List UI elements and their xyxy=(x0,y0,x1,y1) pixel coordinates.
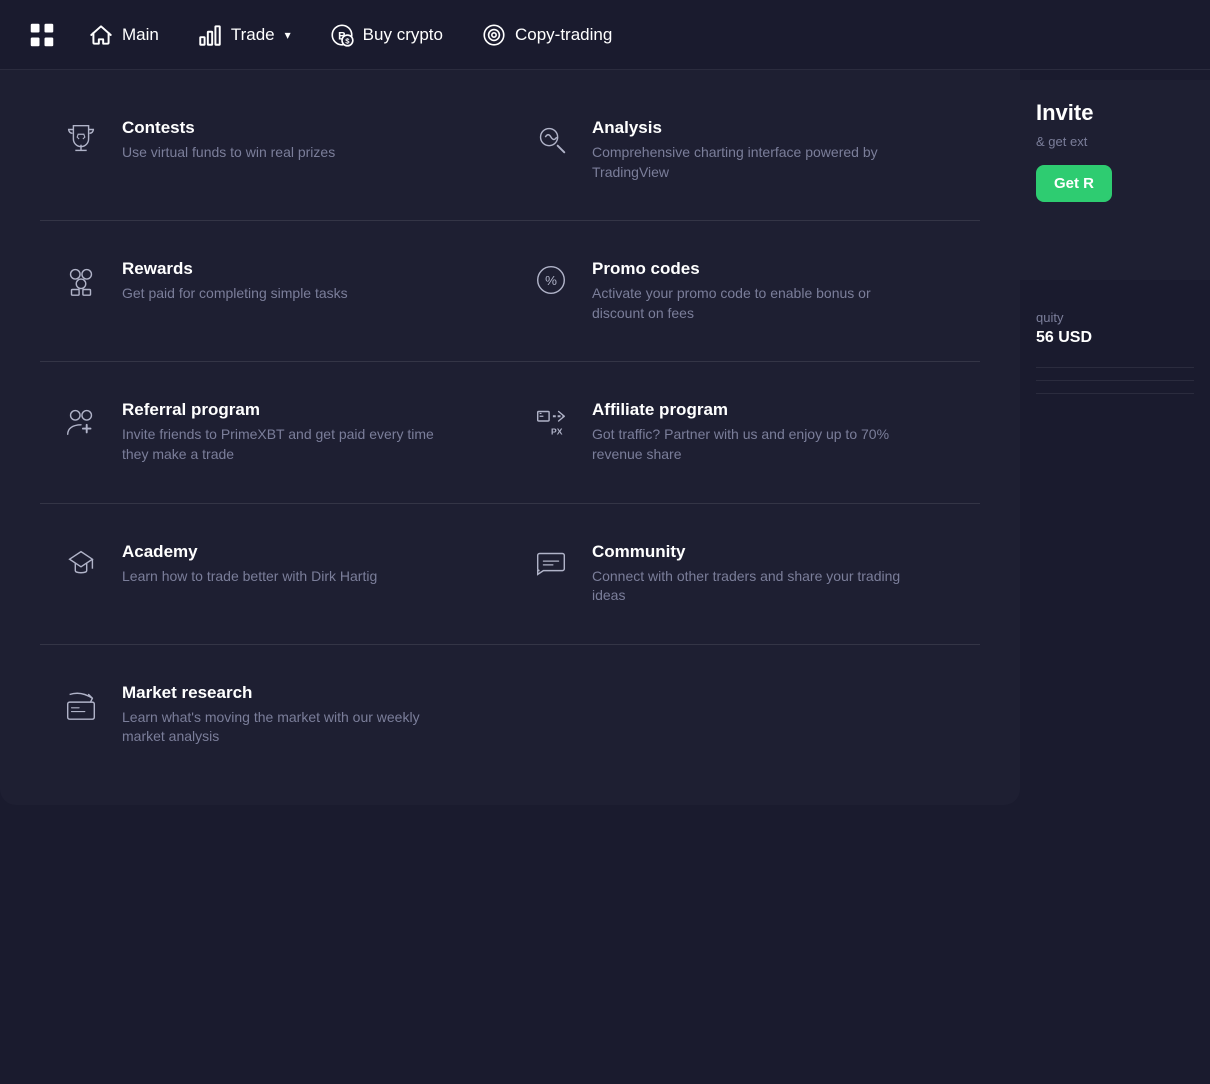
svg-text:%: % xyxy=(545,273,557,288)
equity-line-2 xyxy=(1036,380,1194,381)
community-text: Community Connect with other traders and… xyxy=(592,542,912,606)
promo-title: Promo codes xyxy=(592,259,912,279)
analysis-title: Analysis xyxy=(592,118,912,138)
rewards-icon xyxy=(60,259,102,301)
contests-title: Contests xyxy=(122,118,335,138)
get-referral-button[interactable]: Get R xyxy=(1036,165,1112,202)
referral-text: Referral program Invite friends to Prime… xyxy=(122,400,442,464)
menu-item-referral[interactable]: Referral program Invite friends to Prime… xyxy=(40,382,510,482)
equity-value: 56 USD xyxy=(1036,329,1194,347)
promo-icon: % xyxy=(530,259,572,301)
menu-empty-cell xyxy=(510,665,980,765)
contests-desc: Use virtual funds to win real prizes xyxy=(122,143,335,163)
affiliate-text: Affiliate program Got traffic? Partner w… xyxy=(592,400,912,464)
academy-desc: Learn how to trade better with Dirk Hart… xyxy=(122,567,377,587)
rewards-text: Rewards Get paid for completing simple t… xyxy=(122,259,348,304)
affiliate-icon: PX xyxy=(530,400,572,442)
equity-line-1 xyxy=(1036,367,1194,368)
market-research-desc: Learn what's moving the market with our … xyxy=(122,708,442,747)
equity-line-3 xyxy=(1036,393,1194,394)
menu-item-affiliate[interactable]: PX Affiliate program Got traffic? Partne… xyxy=(510,382,980,482)
invite-subtitle: & get ext xyxy=(1036,134,1194,149)
analysis-icon xyxy=(530,118,572,160)
main-nav-label: Main xyxy=(122,25,159,45)
trade-dropdown-arrow: ▾ xyxy=(285,28,291,42)
buy-crypto-nav-item[interactable]: B $ Buy crypto xyxy=(315,14,457,56)
svg-text:PX: PX xyxy=(551,427,563,437)
contests-text: Contests Use virtual funds to win real p… xyxy=(122,118,335,163)
academy-icon xyxy=(60,542,102,584)
analysis-text: Analysis Comprehensive charting interfac… xyxy=(592,118,912,182)
market-research-title: Market research xyxy=(122,683,442,703)
menu-divider-3 xyxy=(40,503,980,504)
referral-icon xyxy=(60,400,102,442)
copy-trading-nav-item[interactable]: Copy-trading xyxy=(467,14,626,56)
menu-item-contests[interactable]: Contests Use virtual funds to win real p… xyxy=(40,100,510,200)
market-research-icon xyxy=(60,683,102,725)
buy-crypto-nav-label: Buy crypto xyxy=(363,25,443,45)
menu-grid: Contests Use virtual funds to win real p… xyxy=(40,100,980,765)
equity-label: quity xyxy=(1036,310,1194,325)
promo-text: Promo codes Activate your promo code to … xyxy=(592,259,912,323)
menu-divider-1 xyxy=(40,220,980,221)
menu-item-analysis[interactable]: Analysis Comprehensive charting interfac… xyxy=(510,100,980,200)
menu-divider-2 xyxy=(40,361,980,362)
trade-nav-item[interactable]: Trade ▾ xyxy=(183,14,305,56)
trade-nav-label: Trade xyxy=(231,25,275,45)
menu-item-academy[interactable]: Academy Learn how to trade better with D… xyxy=(40,524,510,624)
invite-card: Invite & get ext Get R xyxy=(1020,80,1210,280)
community-desc: Connect with other traders and share you… xyxy=(592,567,912,606)
rewards-title: Rewards xyxy=(122,259,348,279)
menu-item-market-research[interactable]: Market research Learn what's moving the … xyxy=(40,665,510,765)
equity-section: quity 56 USD xyxy=(1020,290,1210,426)
affiliate-desc: Got traffic? Partner with us and enjoy u… xyxy=(592,425,912,464)
community-icon xyxy=(530,542,572,584)
copy-trading-nav-label: Copy-trading xyxy=(515,25,612,45)
menu-divider-4 xyxy=(40,644,980,645)
menu-item-rewards[interactable]: Rewards Get paid for completing simple t… xyxy=(40,241,510,341)
right-panel: drawal limit Invite & get ext Get R quit… xyxy=(1020,0,1210,1084)
equity-lines xyxy=(1036,367,1194,394)
affiliate-title: Affiliate program xyxy=(592,400,912,420)
main-nav-item[interactable]: Main xyxy=(74,14,173,56)
referral-title: Referral program xyxy=(122,400,442,420)
grid-menu-button[interactable] xyxy=(20,13,64,57)
menu-item-promo[interactable]: % Promo codes Activate your promo code t… xyxy=(510,241,980,341)
rewards-desc: Get paid for completing simple tasks xyxy=(122,284,348,304)
market-research-text: Market research Learn what's moving the … xyxy=(122,683,442,747)
dropdown-menu-panel: Contests Use virtual funds to win real p… xyxy=(0,70,1020,805)
analysis-desc: Comprehensive charting interface powered… xyxy=(592,143,912,182)
referral-desc: Invite friends to PrimeXBT and get paid … xyxy=(122,425,442,464)
community-title: Community xyxy=(592,542,912,562)
promo-desc: Activate your promo code to enable bonus… xyxy=(592,284,912,323)
academy-title: Academy xyxy=(122,542,377,562)
invite-title: Invite xyxy=(1036,100,1194,126)
trophy-icon xyxy=(60,118,102,160)
menu-item-community[interactable]: Community Connect with other traders and… xyxy=(510,524,980,624)
navbar: Main Trade ▾ B $ Buy crypto Copy-trading xyxy=(0,0,1210,70)
academy-text: Academy Learn how to trade better with D… xyxy=(122,542,377,587)
